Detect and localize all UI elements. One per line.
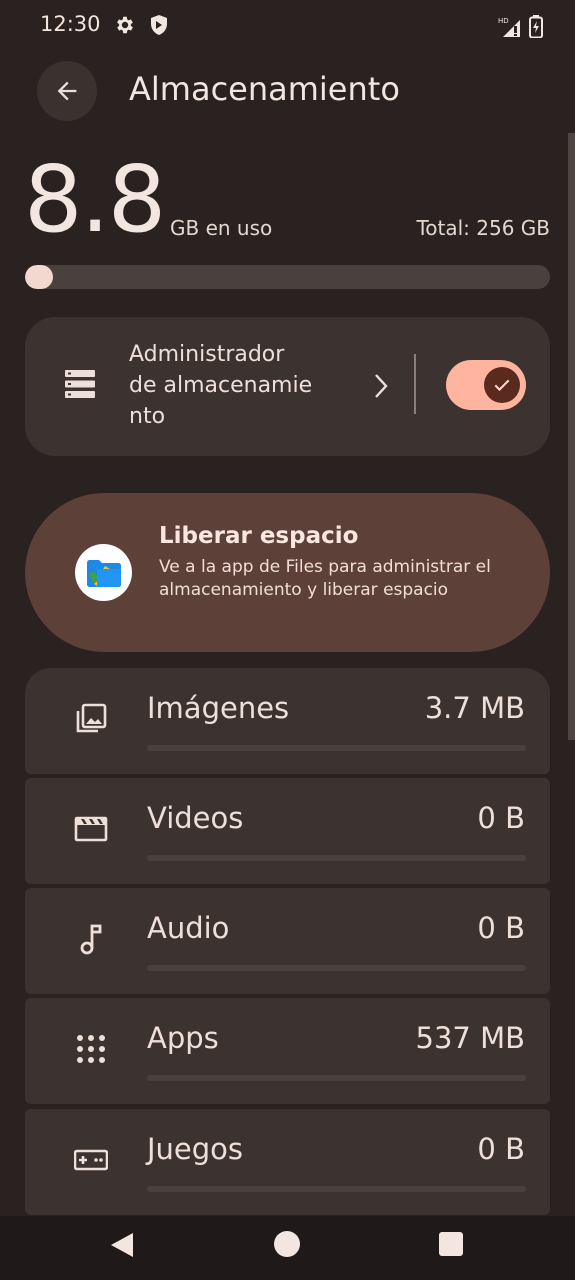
apps-grid-icon: [74, 1032, 108, 1066]
category-audio[interactable]: Audio 0 B: [25, 888, 550, 994]
category-size: 0 B: [477, 911, 525, 945]
category-images[interactable]: Imágenes 3.7 MB: [25, 668, 550, 774]
free-space-title: Liberar espacio: [159, 523, 359, 549]
back-button[interactable]: [37, 61, 97, 121]
status-time: 12:30: [40, 12, 101, 36]
category-size: 0 B: [477, 1132, 525, 1166]
category-label: Juegos: [147, 1132, 244, 1166]
storage-manager-label-line1: Administrador: [129, 342, 285, 367]
storage-usage-bar: [25, 265, 550, 289]
category-label: Audio: [147, 911, 230, 945]
category-usage-bar: [147, 1075, 526, 1081]
category-size: 0 B: [477, 801, 525, 835]
storage-screen: 12:30 HD Almacenamiento 8.8 GB en uso To…: [0, 0, 575, 1280]
home-circle-icon[interactable]: [273, 1230, 301, 1262]
storage-manager-label-line2: de almacenamie: [129, 373, 313, 398]
storage-usage-fill: [25, 265, 53, 289]
storage-list-icon: [65, 370, 95, 402]
category-label: Videos: [147, 801, 244, 835]
category-videos[interactable]: Videos 0 B: [25, 778, 550, 884]
music-note-icon: [74, 922, 108, 956]
network-badge: HD: [498, 17, 509, 25]
shield-icon: [149, 14, 169, 40]
hd-signal-icon: HD: [498, 16, 522, 42]
gamepad-icon: [73, 1143, 109, 1177]
category-size: 3.7 MB: [424, 691, 525, 725]
category-usage-bar: [147, 965, 526, 971]
free-space-card[interactable]: Liberar espacio Ve a la app de Files par…: [25, 493, 550, 652]
back-triangle-icon[interactable]: [109, 1231, 135, 1263]
category-usage-bar: [147, 745, 526, 751]
recents-square-icon[interactable]: [439, 1232, 463, 1260]
navigation-bar: [0, 1216, 575, 1280]
category-usage-bar: [147, 1186, 526, 1192]
category-apps[interactable]: Apps 537 MB: [25, 998, 550, 1104]
total-storage: Total: 256 GB: [416, 216, 550, 240]
storage-manager-toggle[interactable]: [446, 360, 526, 410]
video-icon: [74, 812, 108, 846]
storage-manager-label-line3: nto: [129, 404, 166, 429]
category-label: Apps: [147, 1021, 219, 1055]
scrollbar[interactable]: [568, 133, 575, 740]
check-icon: [494, 379, 510, 392]
manager-divider: [414, 354, 416, 414]
files-app-icon: [75, 544, 132, 601]
storage-manager-card[interactable]: Administrador de almacenamie nto: [25, 317, 550, 456]
category-games[interactable]: Juegos 0 B: [25, 1109, 550, 1215]
category-usage-bar: [147, 855, 526, 861]
page-title: Almacenamiento: [129, 70, 400, 108]
category-size: 537 MB: [415, 1021, 526, 1055]
toggle-knob: [484, 367, 520, 403]
status-bar: 12:30 HD: [0, 0, 575, 52]
storage-manager-label: Administrador de almacenamie nto: [129, 339, 344, 432]
used-storage-value: 8.8: [24, 146, 166, 253]
battery-charging-icon: [529, 15, 543, 42]
arrow-back-icon: [57, 81, 77, 101]
free-space-description: Ve a la app de Files para administrar el…: [159, 557, 491, 600]
category-label: Imágenes: [147, 691, 290, 725]
images-icon: [74, 702, 108, 736]
chevron-right-icon: [371, 372, 391, 404]
gear-icon: [114, 14, 136, 40]
used-storage-unit: GB en uso: [170, 216, 273, 240]
